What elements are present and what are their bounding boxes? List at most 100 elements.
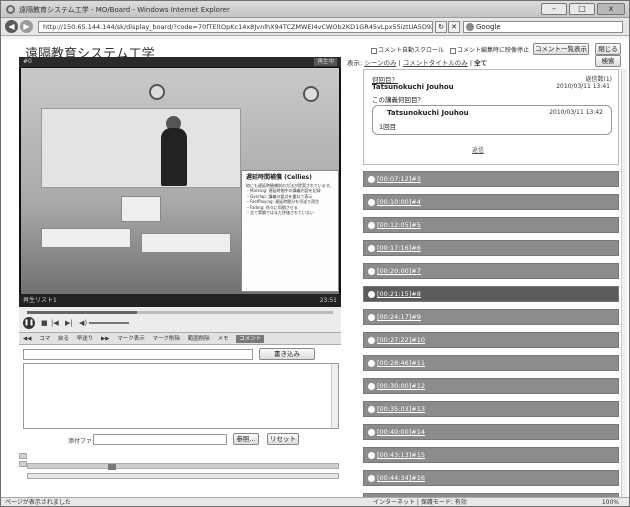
rewind-button[interactable]: ◀◀	[23, 336, 31, 342]
previous-icon[interactable]: |◀	[51, 319, 59, 327]
reset-button[interactable]: リセット	[267, 433, 299, 445]
textarea-scrollbar[interactable]	[331, 364, 338, 428]
expand-icon[interactable]	[368, 290, 375, 298]
player-controls: ❚❚ ■ |◀ ▶| ◀)	[19, 307, 341, 333]
window-title: 遠隔教育システム工学 - MO/Board - Windows Internet…	[19, 6, 230, 14]
comment-bar[interactable]: [00:24:17]#9	[363, 309, 619, 325]
expand-icon[interactable]	[368, 451, 375, 459]
browse-button[interactable]: 参照...	[233, 433, 259, 445]
filter-all-link[interactable]: 全て	[474, 59, 487, 67]
file-input[interactable]	[93, 434, 227, 445]
comment-bar[interactable]: [00:28:46]#11	[363, 355, 619, 371]
annotation-toolbar: ◀◀ コマ 戻る 早送り ▶▶ マーク表示 マーク削除 範囲削除 メモ コメント	[19, 333, 341, 345]
ie-logo-icon	[6, 5, 15, 14]
filter-title-link[interactable]: コメントタイトルのみ	[403, 59, 468, 67]
volume-slider[interactable]	[89, 322, 129, 324]
expand-icon[interactable]	[368, 336, 375, 344]
expand-icon[interactable]	[368, 244, 375, 252]
filter-scene-link[interactable]: シーンのみ	[364, 59, 396, 67]
comment-bar[interactable]: [00:17:16]#6	[363, 240, 619, 256]
expand-icon[interactable]	[368, 221, 375, 229]
comment-bar-label: [00:28:46]#11	[377, 359, 426, 367]
delete-range-button[interactable]: 範囲削除	[188, 336, 210, 342]
timeline-handle[interactable]	[19, 453, 27, 459]
back-button[interactable]: ◀	[5, 20, 18, 33]
url-input[interactable]: http://150.65.144.144/sk/display_board/?…	[38, 21, 433, 33]
comment-textarea[interactable]	[23, 363, 339, 429]
skip-forward-button[interactable]: ▶▶	[101, 336, 109, 342]
refresh-icon[interactable]: ↻	[435, 21, 447, 33]
expand-icon[interactable]	[368, 474, 375, 482]
frame-button[interactable]: コマ	[39, 336, 50, 342]
comment-bar[interactable]: [00:35:03]#13	[363, 401, 619, 417]
comment-bar[interactable]: [00:30:00]#12	[363, 378, 619, 394]
expand-icon[interactable]	[368, 382, 375, 390]
fast-forward-button[interactable]: 早送り	[77, 336, 94, 342]
security-zone: インターネット | 保護モード: 有効	[373, 499, 467, 506]
delete-mark-button[interactable]: マーク削除	[153, 336, 181, 342]
comment-panel: コメント自動スクロール コメント編集時に映像停止 コメント一覧表示 閉じる 表示…	[347, 41, 629, 497]
expand-icon[interactable]	[368, 313, 375, 321]
reply-link[interactable]: 返信	[472, 145, 484, 154]
comment-tab[interactable]: コメント	[236, 335, 265, 343]
maximize-button[interactable]: □	[569, 3, 595, 15]
seek-bar[interactable]	[27, 311, 333, 314]
memo-button[interactable]: メモ	[218, 336, 229, 342]
forward-button[interactable]: ▶	[20, 20, 33, 33]
minimize-button[interactable]: –	[541, 3, 567, 15]
seek-progress	[27, 311, 138, 314]
comment-bar[interactable]: [00:27:22]#10	[363, 332, 619, 348]
comment-options: コメント自動スクロール コメント編集時に映像停止	[371, 45, 529, 54]
back-step-button[interactable]: 戻る	[58, 336, 69, 342]
submit-button[interactable]: 書き込み	[259, 348, 315, 360]
stop-icon[interactable]: ✕	[448, 21, 460, 33]
stop-video-checkbox[interactable]	[449, 47, 456, 54]
close-panel-button[interactable]: 閉じる	[595, 43, 621, 55]
zoom-level[interactable]: 100%	[602, 498, 619, 506]
video-footer: 再生リスト1 23:51	[19, 294, 341, 307]
volume-icon[interactable]: ◀)	[79, 319, 87, 327]
comment-bar-label: [00:44:34]#16	[377, 474, 426, 482]
video-panel: #0 再生中 遅延時間補償 (Cellies) 他にも遅延時間補償の方法が提案さ…	[19, 57, 341, 487]
comment-bar-label: [00:27:22]#10	[377, 336, 426, 344]
show-marks-button[interactable]: マーク表示	[117, 336, 145, 342]
wall-clock-icon	[303, 86, 319, 102]
timeline-track[interactable]	[27, 463, 339, 470]
expand-icon[interactable]	[368, 359, 375, 367]
expand-icon[interactable]	[368, 428, 375, 436]
next-icon[interactable]: ▶|	[65, 319, 73, 327]
comment-list-button[interactable]: コメント一覧表示	[533, 43, 589, 55]
slide-line: ・Marking: 遅延時間中の講義内容を記録	[246, 188, 321, 193]
comment-scrollbar[interactable]	[621, 69, 627, 497]
comment-bar[interactable]: [00:10:00]#4	[363, 194, 619, 210]
auto-scroll-checkbox[interactable]	[371, 47, 377, 54]
comment-bar[interactable]: [00:12:05]#5	[363, 217, 619, 233]
expand-icon[interactable]	[368, 267, 375, 275]
search-input[interactable]: Google	[463, 21, 623, 33]
comment-bar[interactable]: [00:07:12]#3	[363, 171, 619, 187]
stop-button[interactable]: ■	[41, 319, 48, 327]
comment-bar[interactable]: [00:20:00]#7	[363, 263, 619, 279]
comment-bar[interactable]: [00:43:13]#15	[363, 447, 619, 463]
browser-window: 遠隔教育システム工学 - MO/Board - Windows Internet…	[0, 0, 630, 507]
expand-icon[interactable]	[368, 198, 375, 206]
comment-bar-label: [00:07:12]#3	[377, 175, 421, 183]
address-bar: ◀ ▶ http://150.65.144.144/sk/display_boa…	[1, 18, 629, 36]
expand-icon[interactable]	[368, 405, 375, 413]
timeline-marker[interactable]	[108, 464, 116, 470]
comment-bar[interactable]: [00:40:00]#14	[363, 424, 619, 440]
comment-bar-label: [00:30:00]#12	[377, 382, 426, 390]
timeline-handle[interactable]	[19, 461, 27, 467]
auto-scroll-label: コメント自動スクロール	[378, 47, 445, 54]
timeline-track[interactable]	[27, 473, 339, 479]
comment-list: 何回目？ 返信数(1) Tatsunokuchi Jouhou 2010/03/…	[363, 69, 619, 497]
search-button[interactable]: 検索	[595, 55, 621, 67]
comment-subject-input[interactable]	[23, 349, 253, 360]
comment-bar[interactable]: [00:44:34]#16	[363, 470, 619, 486]
comment-author: Tatsunokuchi Jouhou	[372, 83, 454, 91]
comment-bar[interactable]: [00:21:15]#8	[363, 286, 619, 302]
close-window-button[interactable]: x	[597, 3, 625, 15]
video-player[interactable]: #0 再生中 遅延時間補償 (Cellies) 他にも遅延時間補償の方法が提案さ…	[19, 57, 341, 307]
expand-icon[interactable]	[368, 175, 375, 183]
pause-button[interactable]: ❚❚	[23, 317, 35, 329]
